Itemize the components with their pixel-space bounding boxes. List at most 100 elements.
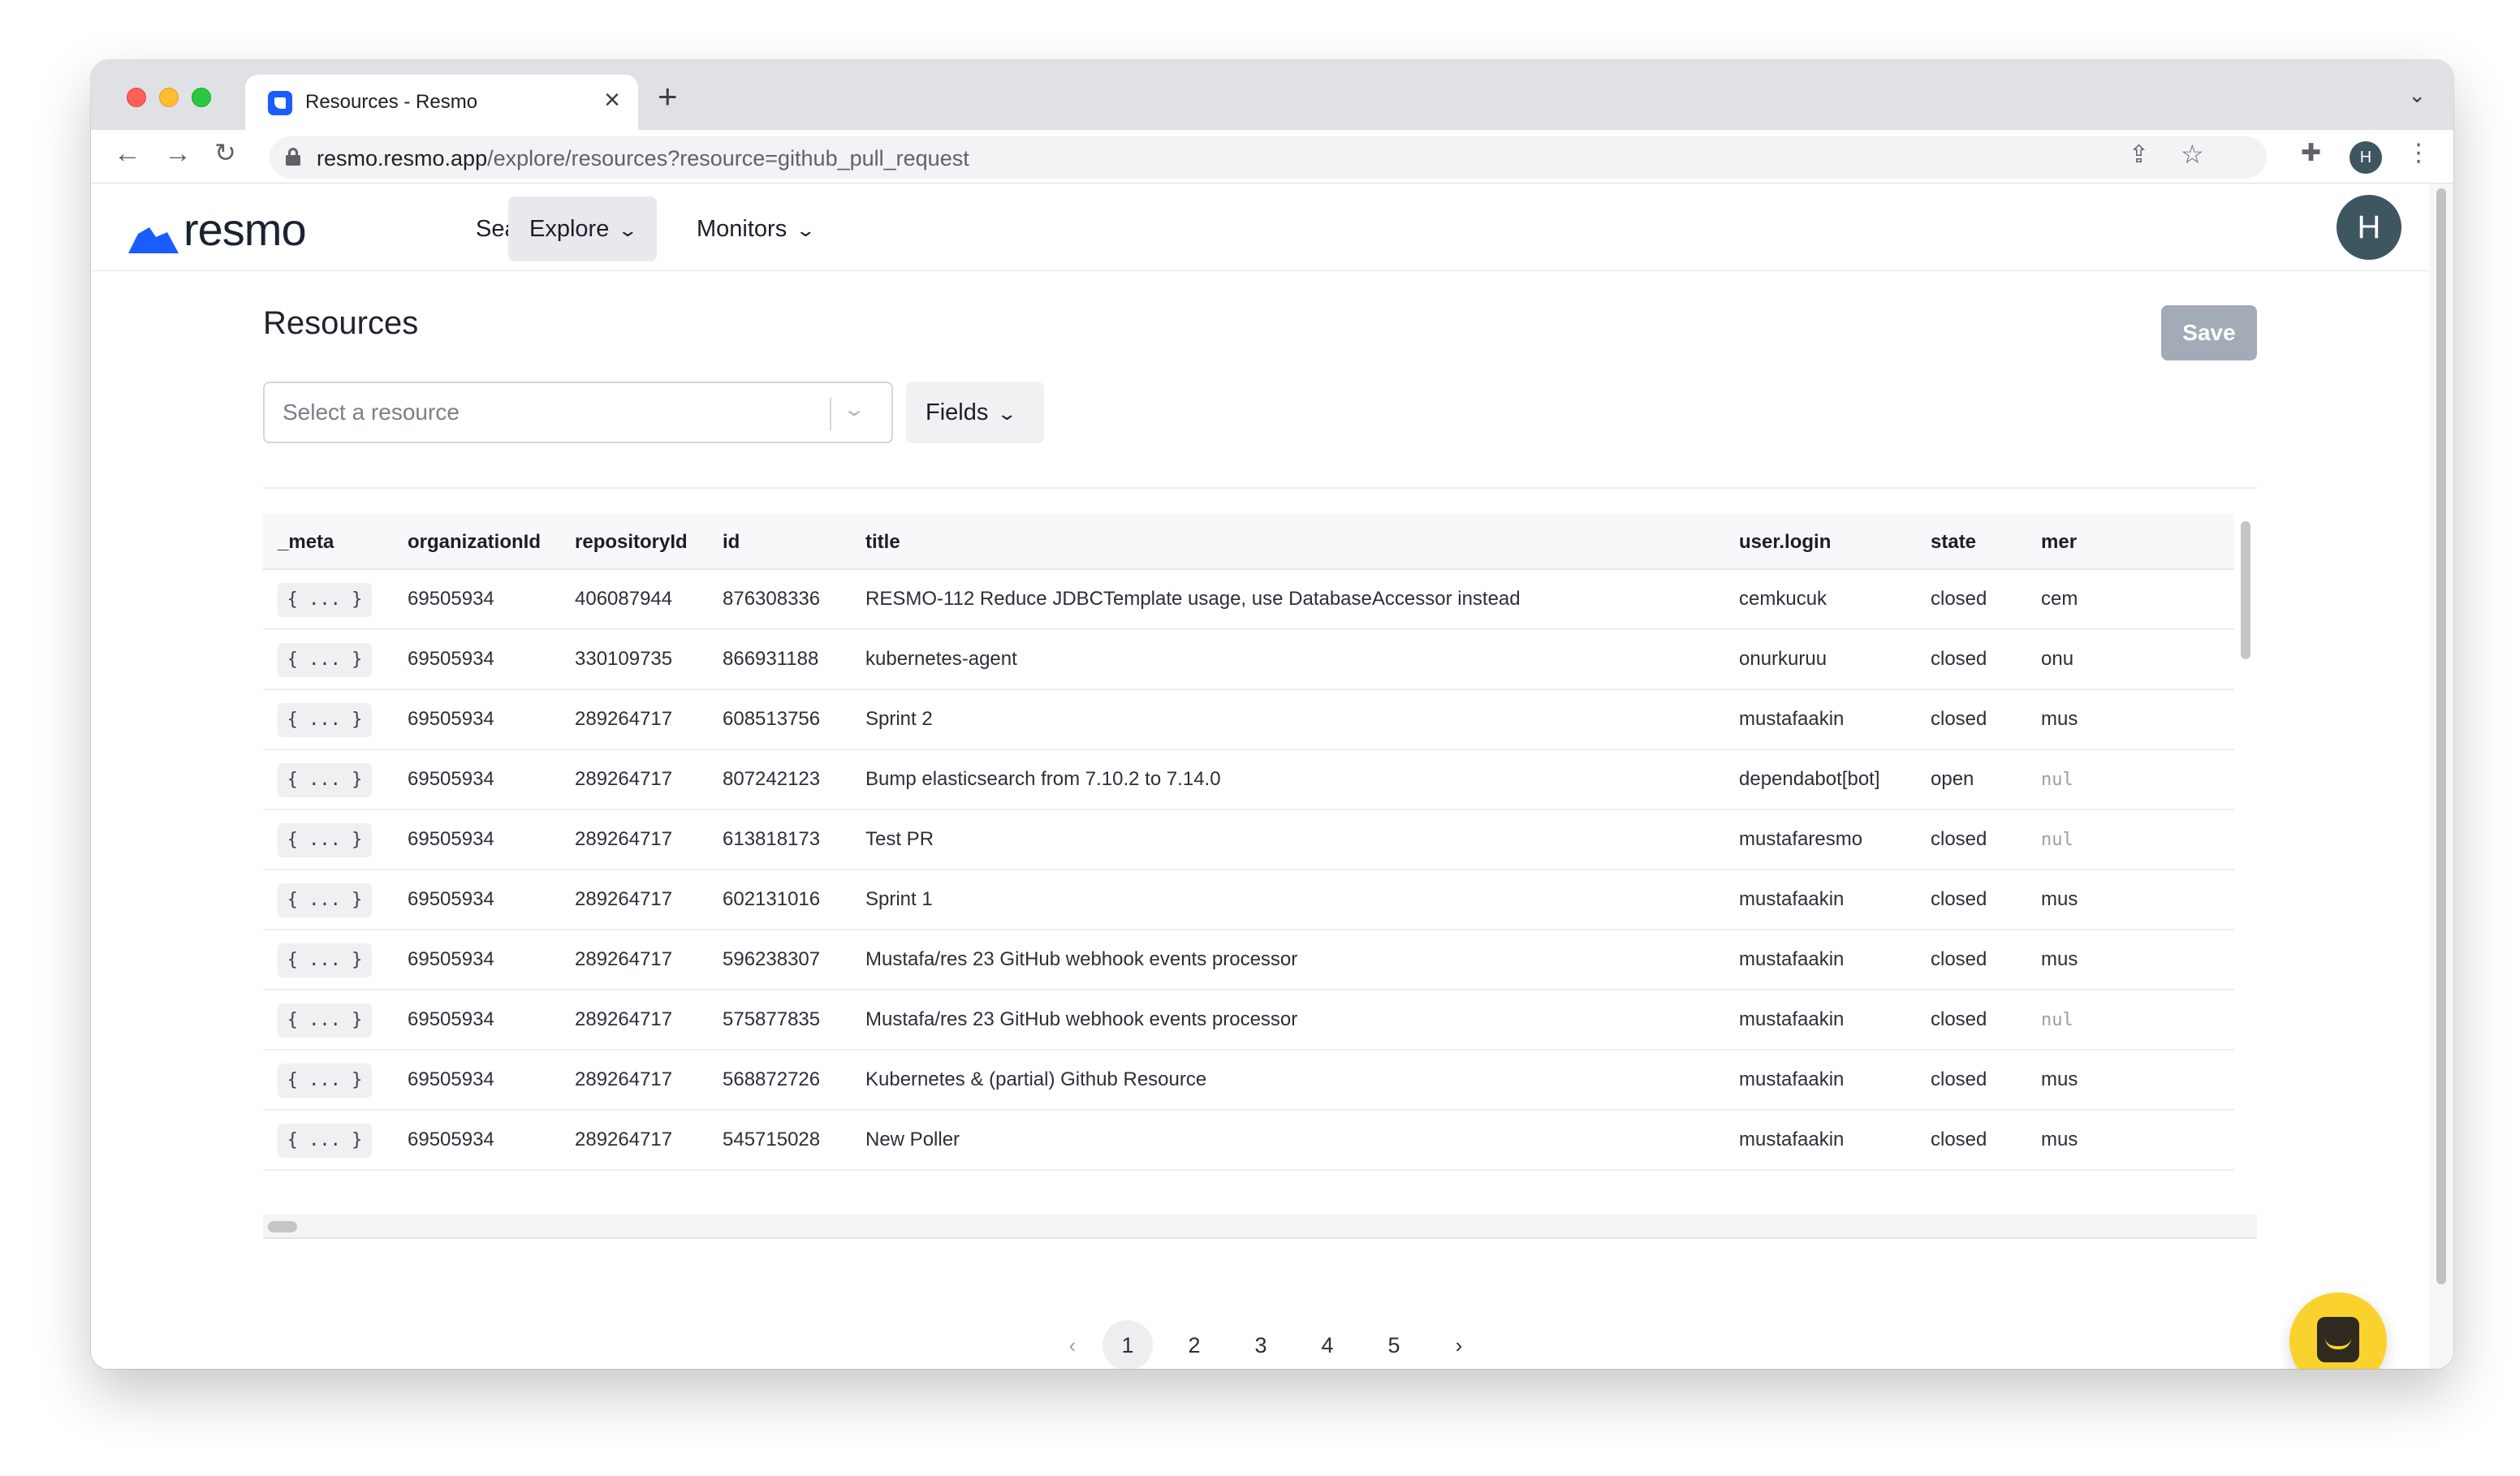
cell-id: 575877835 (723, 1008, 821, 1030)
column-header[interactable]: organizationId (408, 531, 541, 554)
column-header[interactable]: id (723, 531, 740, 554)
table-row[interactable]: { ... } 69505934 289264717 807242123 Bump el… (263, 750, 2234, 810)
table-row[interactable]: { ... } 69505934 289264717 568872726 Kuberne… (263, 1051, 2234, 1111)
cell-state: closed (1931, 828, 1987, 850)
new-tab-button[interactable]: + (658, 80, 678, 114)
meta-expand-chip[interactable]: { ... } (278, 1124, 372, 1158)
column-header[interactable]: title (865, 531, 900, 554)
cell-repositoryId: 289264717 (575, 888, 673, 910)
column-header[interactable]: repositoryId (575, 531, 688, 554)
resmo-logo[interactable]: resmo (128, 203, 323, 255)
cell-id: 866931188 (723, 648, 819, 670)
cell-title: Bump elasticsearch from 7.10.2 to 7.14.0 (865, 768, 1221, 790)
logo-text: resmo (183, 204, 307, 255)
lock-icon (286, 148, 300, 166)
table-row[interactable]: { ... } 69505934 289264717 602131016 Sprint … (263, 870, 2234, 930)
browser-menu-icon[interactable]: ⋮ (2406, 141, 2431, 166)
page-title: Resources (263, 305, 419, 341)
meta-expand-chip[interactable]: { ... } (278, 943, 372, 978)
browser-profile-avatar[interactable]: H (2350, 141, 2382, 174)
cell-state: closed (1931, 1129, 1987, 1150)
meta-expand-chip[interactable]: { ... } (278, 1003, 372, 1038)
resmo-favicon-icon (268, 91, 292, 115)
reload-icon[interactable]: ↻ (214, 140, 236, 166)
cell-organizationId: 69505934 (408, 828, 494, 850)
next-page-button[interactable]: › (1434, 1320, 1484, 1369)
fields-label: Fields (926, 399, 989, 425)
page-1-button[interactable]: 1 (1102, 1320, 1153, 1369)
column-header[interactable]: mer (2041, 531, 2077, 554)
table-row[interactable]: { ... } 69505934 289264717 575877835 Mustafa… (263, 990, 2234, 1051)
resource-select-placeholder: Select a resource (283, 399, 460, 425)
column-header[interactable]: user.login (1739, 531, 1831, 554)
address-bar[interactable]: resmo.resmo.app/explore/resources?resour… (270, 136, 2267, 179)
page-4-button[interactable]: 4 (1302, 1320, 1353, 1369)
tab-close-button[interactable]: × (604, 86, 620, 114)
fields-dropdown-button[interactable]: Fields ⌄ (906, 382, 1044, 443)
cell-user-login: mustafaakin (1739, 888, 1845, 910)
column-header[interactable]: _meta (278, 531, 334, 554)
maximize-window-button[interactable] (192, 88, 211, 107)
table-row[interactable]: { ... } 69505934 289264717 545715028 New Pol… (263, 1111, 2234, 1171)
chat-support-button[interactable] (2289, 1293, 2387, 1369)
cell-state: closed (1931, 1008, 1987, 1030)
meta-expand-chip[interactable]: { ... } (278, 643, 372, 677)
meta-expand-chip[interactable]: { ... } (278, 1064, 372, 1098)
nav-explore[interactable]: Explore ⌄ (508, 196, 657, 261)
page-scrollbar[interactable] (2429, 183, 2453, 1369)
cell-user-login: mustafaakin (1739, 708, 1845, 730)
table-horizontal-scrollbar[interactable] (263, 1215, 2257, 1239)
tab-search-chevron-icon[interactable]: ⌄ (2408, 83, 2426, 108)
nav-monitors[interactable]: Monitors ⌄ (675, 196, 835, 261)
meta-expand-chip[interactable]: { ... } (278, 703, 372, 737)
cell-repositoryId: 406087944 (575, 588, 673, 610)
cell-state: closed (1931, 708, 1987, 730)
user-avatar[interactable]: H (2337, 195, 2401, 260)
cell-organizationId: 69505934 (408, 588, 494, 610)
chevron-down-icon[interactable]: ⌄ (842, 398, 866, 421)
resources-table: _meta organizationId repositoryId id title us… (263, 515, 2257, 1226)
cell-mer: mus (2041, 888, 2078, 910)
browser-tab[interactable]: Resources - Resmo × (245, 75, 638, 130)
save-button[interactable]: Save (2161, 305, 2257, 360)
close-window-button[interactable] (127, 88, 146, 107)
page-5-button[interactable]: 5 (1369, 1320, 1419, 1369)
cell-title: Test PR (865, 828, 934, 850)
nav-explore-label: Explore (529, 216, 610, 242)
cell-organizationId: 69505934 (408, 1068, 494, 1090)
previous-page-button[interactable]: ‹ (1047, 1320, 1098, 1369)
forward-arrow-icon[interactable]: → (164, 140, 192, 167)
minimize-window-button[interactable] (159, 88, 179, 107)
cell-id: 876308336 (723, 588, 821, 610)
cell-repositoryId: 289264717 (575, 1129, 673, 1150)
meta-expand-chip[interactable]: { ... } (278, 763, 372, 797)
table-vertical-scrollbar-thumb[interactable] (2241, 521, 2250, 659)
table-row[interactable]: { ... } 69505934 289264717 613818173 Test PR… (263, 810, 2234, 870)
chevron-down-icon: ⌄ (617, 220, 639, 240)
resmo-logo-icon (128, 227, 179, 253)
meta-expand-chip[interactable]: { ... } (278, 823, 372, 857)
meta-expand-chip[interactable]: { ... } (278, 883, 372, 917)
resource-select[interactable]: Select a resource ⌄ (263, 382, 893, 443)
cell-state: closed (1931, 588, 1987, 610)
page-scrollbar-thumb[interactable] (2436, 188, 2446, 1284)
back-arrow-icon[interactable]: ← (114, 140, 141, 167)
cell-mer: mus (2041, 708, 2078, 730)
page-3-button[interactable]: 3 (1236, 1320, 1286, 1369)
cell-mer: nul (2041, 770, 2073, 790)
extensions-puzzle-icon[interactable]: ✚ (2301, 141, 2321, 166)
cell-state: closed (1931, 648, 1987, 670)
table-row[interactable]: { ... } 69505934 289264717 608513756 Sprint … (263, 690, 2234, 750)
share-icon[interactable]: ⇪ (2129, 143, 2149, 167)
cell-organizationId: 69505934 (408, 708, 494, 730)
meta-expand-chip[interactable]: { ... } (278, 583, 372, 617)
page-2-button[interactable]: 2 (1169, 1320, 1219, 1369)
table-row[interactable]: { ... } 69505934 330109735 866931188 kuberne… (263, 630, 2234, 690)
bookmark-star-icon[interactable]: ☆ (2181, 141, 2204, 167)
cell-repositoryId: 289264717 (575, 1008, 673, 1030)
column-header[interactable]: state (1931, 531, 1976, 554)
table-row[interactable]: { ... } 69505934 289264717 596238307 Mustafa… (263, 930, 2234, 990)
table-horizontal-scrollbar-thumb[interactable] (268, 1221, 297, 1232)
cell-id: 807242123 (723, 768, 821, 790)
table-row[interactable]: { ... } 69505934 406087944 876308336 RESMO-1… (263, 570, 2234, 630)
